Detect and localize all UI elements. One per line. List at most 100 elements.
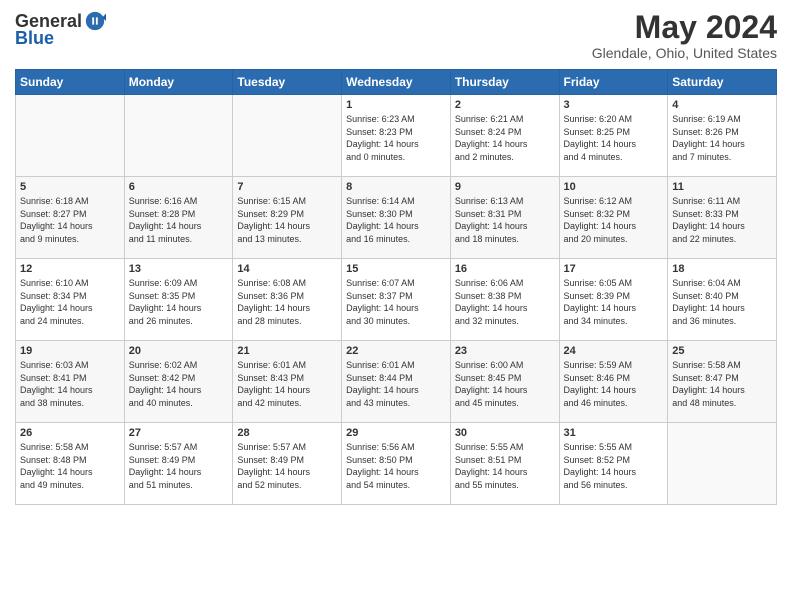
day-info: Sunrise: 5:59 AM Sunset: 8:46 PM Dayligh…	[564, 359, 664, 409]
page-header: General Blue May 2024 Glendale, Ohio, Un…	[15, 10, 777, 61]
day-info: Sunrise: 6:02 AM Sunset: 8:42 PM Dayligh…	[129, 359, 229, 409]
calendar-cell: 16Sunrise: 6:06 AM Sunset: 8:38 PM Dayli…	[450, 259, 559, 341]
day-info: Sunrise: 6:11 AM Sunset: 8:33 PM Dayligh…	[672, 195, 772, 245]
calendar-cell: 5 Sunrise: 6:18 AM Sunset: 8:27 PM Daylig…	[16, 177, 125, 259]
calendar-cell: 26Sunrise: 5:58 AM Sunset: 8:48 PM Dayli…	[16, 423, 125, 505]
calendar-cell: 9Sunrise: 6:13 AM Sunset: 8:31 PM Daylig…	[450, 177, 559, 259]
logo-icon	[84, 10, 106, 32]
day-info: Sunrise: 6:01 AM Sunset: 8:43 PM Dayligh…	[237, 359, 337, 409]
day-number: 9	[455, 181, 555, 193]
header-day-saturday: Saturday	[668, 70, 777, 95]
day-number: 8	[346, 181, 446, 193]
day-number: 10	[564, 181, 664, 193]
calendar-cell: 13 Sunrise: 6:09 AM Sunset: 8:35 PM Dayli…	[124, 259, 233, 341]
day-number: 14	[237, 263, 337, 275]
calendar-cell: 6 Sunrise: 6:16 AM Sunset: 8:28 PM Daylig…	[124, 177, 233, 259]
calendar-cell: 27 Sunrise: 5:57 AM Sunset: 8:49 PM Dayli…	[124, 423, 233, 505]
week-row-3: 12Sunrise: 6:10 AM Sunset: 8:34 PM Dayli…	[16, 259, 777, 341]
day-info: Sunrise: 6:21 AM Sunset: 8:24 PM Dayligh…	[455, 113, 555, 163]
day-number: 17	[564, 263, 664, 275]
day-number: 21	[237, 345, 337, 357]
day-number: 3	[564, 99, 664, 111]
calendar-header-row: SundayMondayTuesdayWednesdayThursdayFrid…	[16, 70, 777, 95]
day-info: Sunrise: 5:55 AM Sunset: 8:51 PM Dayligh…	[455, 441, 555, 491]
day-info: Sunrise: 6:03 AM Sunset: 8:41 PM Dayligh…	[20, 359, 120, 409]
day-number: 31	[564, 427, 664, 439]
calendar-cell	[124, 95, 233, 177]
calendar-cell: 23 Sunrise: 6:00 AM Sunset: 8:45 PM Dayli…	[450, 341, 559, 423]
day-info: Sunrise: 6:05 AM Sunset: 8:39 PM Dayligh…	[564, 277, 664, 327]
calendar-cell: 19Sunrise: 6:03 AM Sunset: 8:41 PM Dayli…	[16, 341, 125, 423]
title-block: May 2024 Glendale, Ohio, United States	[592, 10, 777, 61]
calendar-table: SundayMondayTuesdayWednesdayThursdayFrid…	[15, 69, 777, 505]
calendar-cell: 10 Sunrise: 6:12 AM Sunset: 8:32 PM Dayli…	[559, 177, 668, 259]
day-number: 30	[455, 427, 555, 439]
logo: General Blue	[15, 10, 106, 49]
day-number: 11	[672, 181, 772, 193]
calendar-cell: 2 Sunrise: 6:21 AM Sunset: 8:24 PM Daylig…	[450, 95, 559, 177]
day-number: 16	[455, 263, 555, 275]
day-number: 2	[455, 99, 555, 111]
week-row-2: 5 Sunrise: 6:18 AM Sunset: 8:27 PM Daylig…	[16, 177, 777, 259]
day-info: Sunrise: 6:07 AM Sunset: 8:37 PM Dayligh…	[346, 277, 446, 327]
week-row-5: 26Sunrise: 5:58 AM Sunset: 8:48 PM Dayli…	[16, 423, 777, 505]
day-info: Sunrise: 6:16 AM Sunset: 8:28 PM Dayligh…	[129, 195, 229, 245]
day-number: 28	[237, 427, 337, 439]
day-number: 12	[20, 263, 120, 275]
day-info: Sunrise: 5:57 AM Sunset: 8:49 PM Dayligh…	[129, 441, 229, 491]
calendar-cell: 31Sunrise: 5:55 AM Sunset: 8:52 PM Dayli…	[559, 423, 668, 505]
sub-title: Glendale, Ohio, United States	[592, 45, 777, 61]
week-row-1: 1 Sunrise: 6:23 AM Sunset: 8:23 PM Daylig…	[16, 95, 777, 177]
header-day-thursday: Thursday	[450, 70, 559, 95]
calendar-cell: 14 Sunrise: 6:08 AM Sunset: 8:36 PM Dayli…	[233, 259, 342, 341]
header-day-tuesday: Tuesday	[233, 70, 342, 95]
calendar-cell: 28 Sunrise: 5:57 AM Sunset: 8:49 PM Dayli…	[233, 423, 342, 505]
calendar-cell: 30 Sunrise: 5:55 AM Sunset: 8:51 PM Dayli…	[450, 423, 559, 505]
day-info: Sunrise: 5:57 AM Sunset: 8:49 PM Dayligh…	[237, 441, 337, 491]
day-info: Sunrise: 6:09 AM Sunset: 8:35 PM Dayligh…	[129, 277, 229, 327]
main-title: May 2024	[592, 10, 777, 45]
calendar-cell: 3 Sunrise: 6:20 AM Sunset: 8:25 PM Daylig…	[559, 95, 668, 177]
day-number: 29	[346, 427, 446, 439]
header-day-monday: Monday	[124, 70, 233, 95]
day-info: Sunrise: 6:01 AM Sunset: 8:44 PM Dayligh…	[346, 359, 446, 409]
day-number: 27	[129, 427, 229, 439]
day-number: 22	[346, 345, 446, 357]
day-number: 6	[129, 181, 229, 193]
day-info: Sunrise: 6:18 AM Sunset: 8:27 PM Dayligh…	[20, 195, 120, 245]
calendar-cell: 29 Sunrise: 5:56 AM Sunset: 8:50 PM Dayli…	[342, 423, 451, 505]
day-number: 20	[129, 345, 229, 357]
calendar-cell: 1 Sunrise: 6:23 AM Sunset: 8:23 PM Daylig…	[342, 95, 451, 177]
day-number: 1	[346, 99, 446, 111]
day-info: Sunrise: 6:00 AM Sunset: 8:45 PM Dayligh…	[455, 359, 555, 409]
day-number: 15	[346, 263, 446, 275]
day-number: 18	[672, 263, 772, 275]
header-day-wednesday: Wednesday	[342, 70, 451, 95]
day-number: 26	[20, 427, 120, 439]
day-info: Sunrise: 6:19 AM Sunset: 8:26 PM Dayligh…	[672, 113, 772, 163]
calendar-cell: 8Sunrise: 6:14 AM Sunset: 8:30 PM Daylig…	[342, 177, 451, 259]
calendar-cell: 20 Sunrise: 6:02 AM Sunset: 8:42 PM Dayli…	[124, 341, 233, 423]
day-info: Sunrise: 6:04 AM Sunset: 8:40 PM Dayligh…	[672, 277, 772, 327]
logo-blue: Blue	[15, 28, 54, 49]
calendar-cell: 17 Sunrise: 6:05 AM Sunset: 8:39 PM Dayli…	[559, 259, 668, 341]
day-info: Sunrise: 6:20 AM Sunset: 8:25 PM Dayligh…	[564, 113, 664, 163]
calendar-cell: 24Sunrise: 5:59 AM Sunset: 8:46 PM Dayli…	[559, 341, 668, 423]
day-info: Sunrise: 6:12 AM Sunset: 8:32 PM Dayligh…	[564, 195, 664, 245]
day-info: Sunrise: 6:15 AM Sunset: 8:29 PM Dayligh…	[237, 195, 337, 245]
week-row-4: 19Sunrise: 6:03 AM Sunset: 8:41 PM Dayli…	[16, 341, 777, 423]
calendar-cell: 7 Sunrise: 6:15 AM Sunset: 8:29 PM Daylig…	[233, 177, 342, 259]
calendar-cell: 12Sunrise: 6:10 AM Sunset: 8:34 PM Dayli…	[16, 259, 125, 341]
day-number: 13	[129, 263, 229, 275]
calendar-cell: 25 Sunrise: 5:58 AM Sunset: 8:47 PM Dayli…	[668, 341, 777, 423]
day-number: 7	[237, 181, 337, 193]
day-number: 5	[20, 181, 120, 193]
day-number: 25	[672, 345, 772, 357]
day-info: Sunrise: 5:58 AM Sunset: 8:47 PM Dayligh…	[672, 359, 772, 409]
calendar-cell: 15 Sunrise: 6:07 AM Sunset: 8:37 PM Dayli…	[342, 259, 451, 341]
day-info: Sunrise: 6:08 AM Sunset: 8:36 PM Dayligh…	[237, 277, 337, 327]
calendar-cell	[16, 95, 125, 177]
day-info: Sunrise: 5:56 AM Sunset: 8:50 PM Dayligh…	[346, 441, 446, 491]
day-number: 23	[455, 345, 555, 357]
day-info: Sunrise: 6:23 AM Sunset: 8:23 PM Dayligh…	[346, 113, 446, 163]
